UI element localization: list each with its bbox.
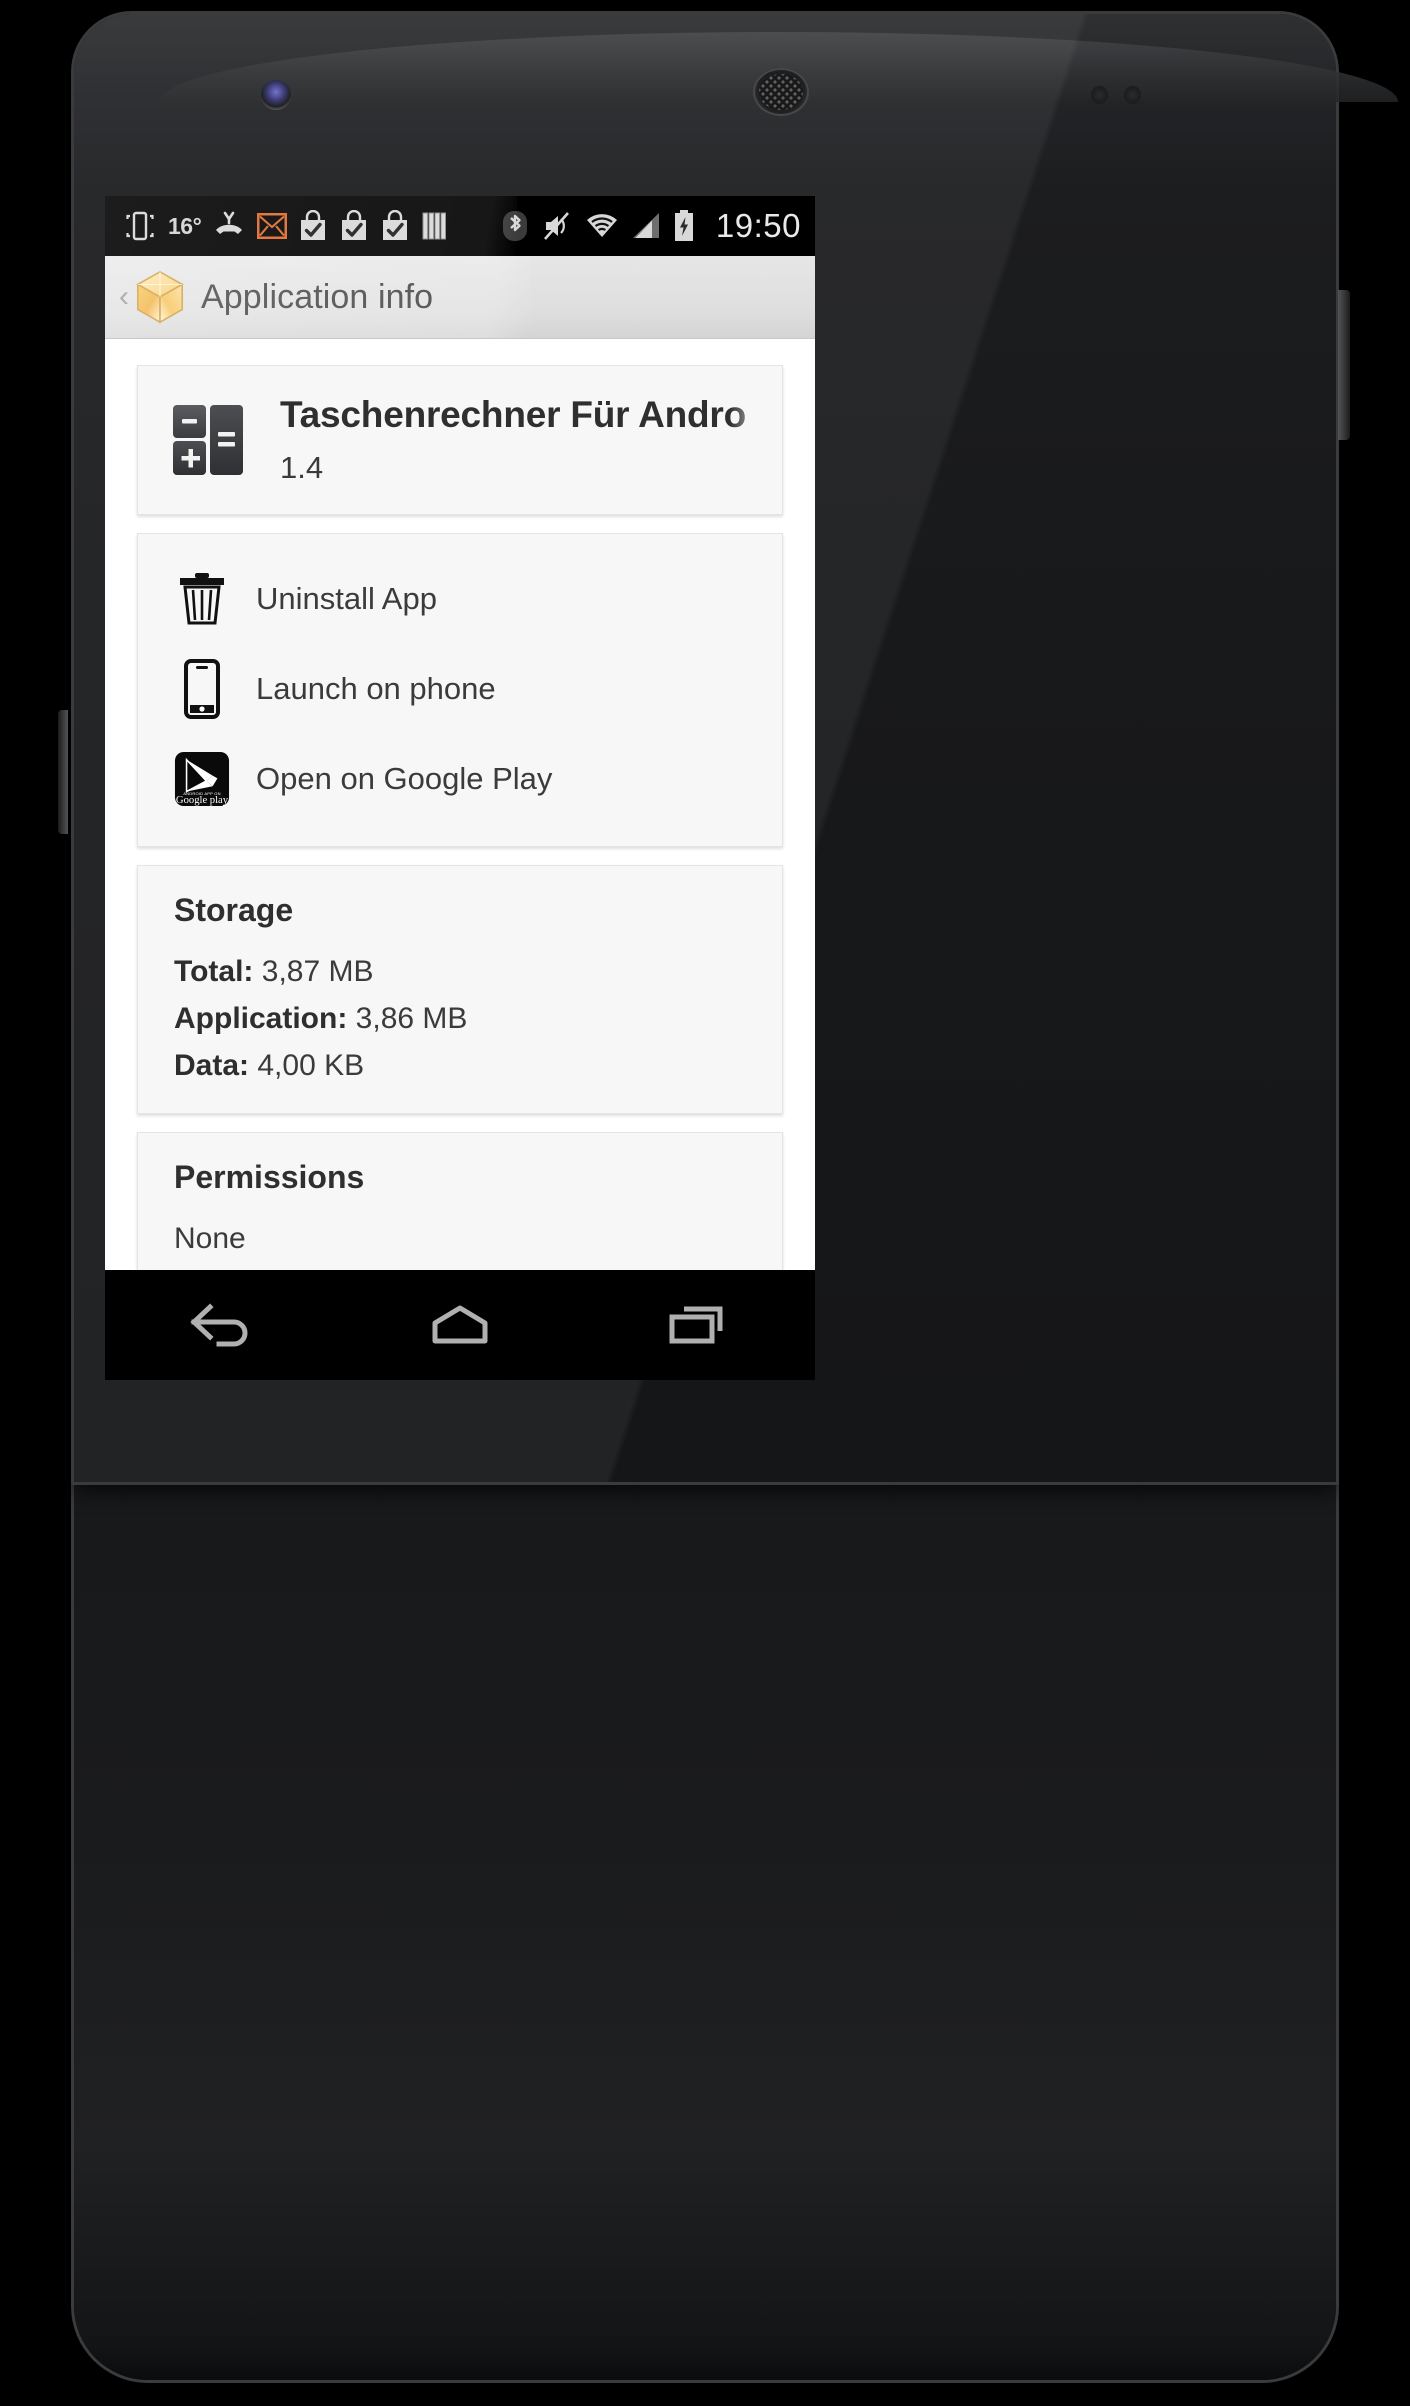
golden-cube-icon bbox=[136, 270, 184, 324]
play-store-update-icon bbox=[301, 210, 326, 240]
status-bar-right-icons: 19:50 bbox=[500, 207, 801, 245]
earpiece-speaker bbox=[753, 68, 809, 116]
app-row: Taschenrechner Für Andro 1.4 bbox=[138, 366, 782, 514]
storage-total-value: 3,87 MB bbox=[261, 955, 374, 988]
calculator-icon bbox=[173, 405, 243, 475]
storage-data-label: Data: bbox=[174, 1049, 250, 1082]
storage-application-value: 3,86 MB bbox=[355, 1002, 468, 1035]
screenshot-stage: 16° 19:50 ‹ Application info Taschenrech… bbox=[0, 0, 1410, 2406]
open-on-google-play-button[interactable]: ANDROID APP ON Google play Open on Googl… bbox=[138, 734, 782, 824]
actions-list: Uninstall App Launch on phone ANDROID AP… bbox=[138, 534, 782, 846]
home-button[interactable] bbox=[400, 1270, 520, 1380]
storage-title: Storage bbox=[174, 892, 294, 928]
volume-button[interactable] bbox=[58, 710, 68, 834]
app-name: Taschenrechner Für Andro bbox=[280, 394, 747, 435]
cellular-signal-icon bbox=[632, 213, 659, 238]
play-store-update-icon-3 bbox=[383, 210, 408, 240]
temperature-label: 16° bbox=[168, 212, 202, 239]
uninstall-app-label: Uninstall App bbox=[256, 581, 437, 616]
storage-row-application: Application: 3,86 MB bbox=[174, 1002, 782, 1036]
wifi-icon bbox=[586, 214, 617, 237]
app-version: 1.4 bbox=[280, 450, 324, 485]
phone-body-bottom bbox=[74, 1400, 1336, 2380]
home-icon bbox=[432, 1305, 488, 1344]
storage-row-data: Data: 4,00 KB bbox=[174, 1049, 782, 1083]
permissions-section: Permissions None bbox=[138, 1133, 782, 1286]
navigation-bar bbox=[105, 1270, 815, 1380]
page-title: Application info bbox=[201, 277, 434, 316]
permissions-value: None bbox=[174, 1222, 246, 1255]
actions-card: Uninstall App Launch on phone ANDROID AP… bbox=[137, 533, 783, 847]
vibrate-icon bbox=[126, 211, 154, 241]
launch-on-phone-label: Launch on phone bbox=[256, 671, 496, 706]
storage-rows: Total: 3,87 MB Application: 3,86 MB Data… bbox=[174, 955, 782, 1083]
launch-on-phone-button[interactable]: Launch on phone bbox=[138, 644, 782, 734]
trash-icon bbox=[174, 568, 230, 630]
uninstall-app-button[interactable]: Uninstall App bbox=[138, 554, 782, 644]
email-icon bbox=[257, 213, 288, 239]
phone-screen: 16° 19:50 ‹ Application info Taschenrech… bbox=[105, 196, 815, 1380]
back-arrow-icon bbox=[190, 1303, 248, 1347]
status-bar-left-icons: 16° bbox=[123, 209, 500, 243]
phone-icon bbox=[174, 658, 230, 720]
action-bar[interactable]: ‹ Application info bbox=[105, 256, 815, 339]
storage-data-value: 4,00 KB bbox=[257, 1049, 365, 1082]
missed-call-icon bbox=[216, 211, 243, 234]
content-area: Taschenrechner Für Andro 1.4 Uninstall A… bbox=[105, 365, 815, 1380]
battery-charging-icon bbox=[674, 210, 693, 241]
front-camera-icon bbox=[261, 80, 291, 110]
mute-icon bbox=[543, 212, 569, 240]
storage-total-label: Total: bbox=[174, 955, 254, 988]
status-bar: 16° 19:50 bbox=[105, 196, 815, 256]
app-meta: Taschenrechner Für Andro 1.4 bbox=[280, 394, 782, 486]
books-icon bbox=[422, 212, 447, 240]
recents-button[interactable] bbox=[637, 1270, 757, 1380]
back-button[interactable] bbox=[163, 1270, 283, 1380]
storage-card: Storage Total: 3,87 MB Application: 3,86… bbox=[137, 865, 783, 1114]
open-on-google-play-label: Open on Google Play bbox=[256, 761, 553, 796]
permissions-card: Permissions None bbox=[137, 1132, 783, 1287]
permissions-title: Permissions bbox=[174, 1159, 365, 1195]
storage-row-total: Total: 3,87 MB bbox=[174, 955, 782, 989]
storage-application-label: Application: bbox=[174, 1002, 348, 1035]
play-badge-bottom-line: Google play bbox=[176, 795, 229, 806]
app-summary-card[interactable]: Taschenrechner Für Andro 1.4 bbox=[137, 365, 783, 515]
back-chevron-icon[interactable]: ‹ bbox=[119, 282, 129, 312]
storage-section: Storage Total: 3,87 MB Application: 3,86… bbox=[138, 866, 782, 1113]
proximity-sensor bbox=[1091, 86, 1153, 104]
status-bar-clock: 19:50 bbox=[715, 207, 801, 244]
play-store-update-icon-2 bbox=[342, 210, 367, 240]
recents-icon bbox=[669, 1306, 723, 1344]
power-button[interactable] bbox=[1338, 290, 1350, 440]
bluetooth-icon bbox=[502, 211, 527, 241]
google-play-icon: ANDROID APP ON Google play bbox=[174, 748, 230, 810]
